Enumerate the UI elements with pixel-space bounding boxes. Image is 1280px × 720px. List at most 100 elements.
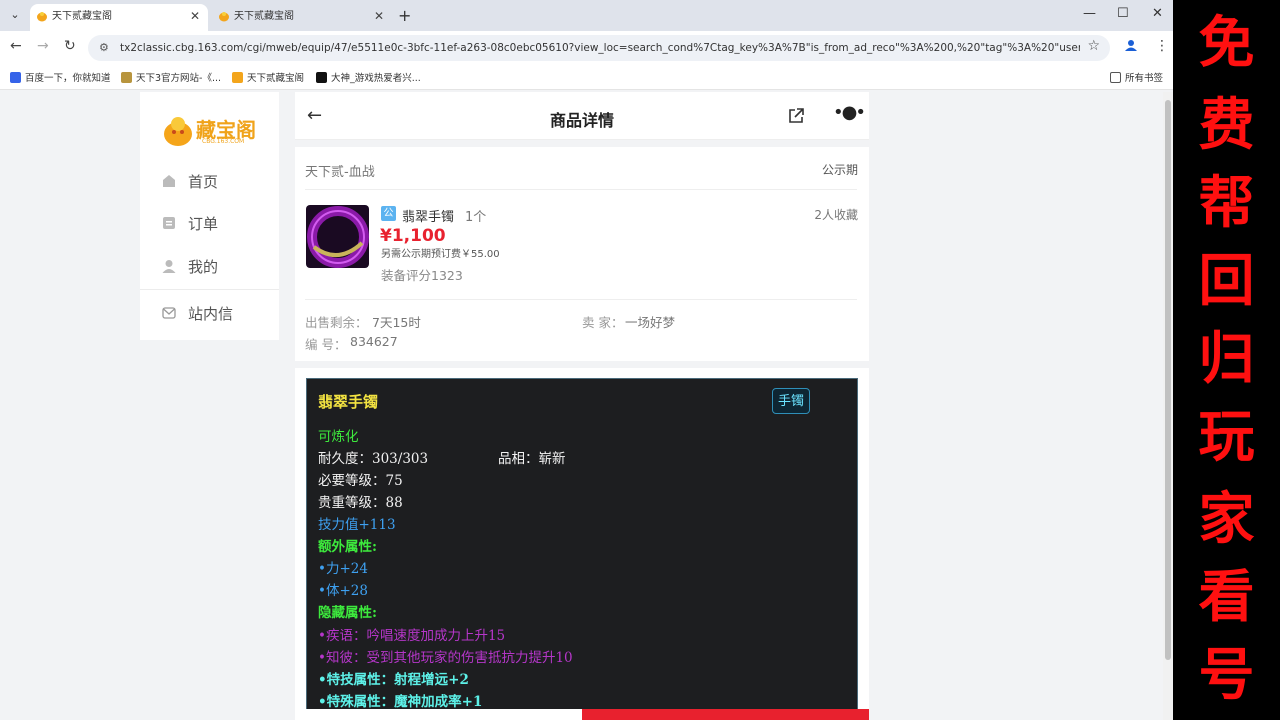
hidden-attr-title: 隐藏属性:	[318, 605, 377, 621]
url-text[interactable]: tx2classic.cbg.163.com/cgi/mweb/equip/47…	[120, 35, 1080, 61]
nav-messages[interactable]: 站内信	[162, 303, 233, 324]
banner-char: 看	[1198, 565, 1255, 630]
buy-button[interactable]	[582, 709, 869, 720]
browser-menu-icon[interactable]: ⋮	[1155, 38, 1169, 54]
reload-icon[interactable]: ↻	[64, 38, 76, 54]
remaining-time-label: 出售剩余：	[305, 315, 368, 330]
favorite-count[interactable]: 2人收藏	[814, 206, 858, 223]
cbg-favicon-icon	[219, 12, 229, 22]
cbg-favicon-icon	[232, 72, 243, 83]
more-icon[interactable]: •●•	[833, 102, 866, 123]
browser-window: ⌄ 天下贰藏宝阁 ✕ 天下贰藏宝阁 ✕ + — ☐ ✕ ← → ↻ ⚙ tx2c…	[0, 0, 1173, 720]
seller-label: 卖 家：	[582, 315, 624, 330]
durability-text: 耐久度：303/303	[318, 451, 429, 467]
banner-char: 回	[1198, 249, 1255, 314]
bookmark-item[interactable]: 天下贰藏宝阁	[232, 70, 304, 84]
hidden-attr-item: •知彼：受到其他玩家的伤害抵抗力提升10	[318, 650, 573, 666]
reservation-fee: 另需公示期预订费￥55.00	[381, 249, 500, 260]
folder-icon	[1110, 72, 1121, 83]
tab-label: 天下贰藏宝阁	[52, 11, 112, 22]
divider	[305, 189, 857, 190]
tab-strip: ⌄ 天下贰藏宝阁 ✕ 天下贰藏宝阁 ✕ + — ☐ ✕	[0, 0, 1173, 31]
close-tab-icon[interactable]: ✕	[374, 4, 384, 29]
cbg-favicon-icon	[37, 12, 47, 22]
cbg-logo[interactable]: 藏宝阁 CBG.163.COM	[162, 112, 262, 148]
minimize-icon[interactable]: —	[1083, 6, 1096, 21]
home-icon	[163, 175, 175, 187]
page-scrollbar[interactable]	[1163, 92, 1173, 720]
bookmark-star-icon[interactable]: ☆	[1087, 38, 1100, 54]
banner-char: 玩	[1198, 405, 1255, 470]
maximize-icon[interactable]: ☐	[1117, 6, 1129, 21]
mail-icon	[162, 307, 176, 319]
publicity-badge: 公	[381, 206, 396, 221]
close-window-icon[interactable]: ✕	[1152, 6, 1163, 21]
item-price: ¥1,100	[380, 226, 446, 246]
banner-char: 号	[1198, 643, 1255, 708]
item-thumbnail[interactable]	[306, 205, 369, 268]
equipment-score: 装备评分1323	[381, 268, 463, 283]
new-tab-icon[interactable]: +	[398, 6, 411, 25]
bookmark-item[interactable]: 百度一下，你就知道	[10, 70, 111, 84]
profile-icon[interactable]	[1124, 38, 1138, 56]
product-info-card: 天下贰-血战 公示期 公 翡翠手镯 1个 2人收藏 ¥1,100 另需公示期预订…	[295, 147, 869, 361]
close-tab-icon[interactable]: ✕	[190, 4, 200, 29]
serial-number: 834627	[350, 334, 398, 349]
bookmark-item[interactable]: 大神_游戏热爱者兴...	[316, 70, 421, 84]
server-name: 天下贰-血战	[305, 165, 375, 180]
nav-orders[interactable]: 订单	[162, 213, 218, 234]
main-panel: ← 商品详情 •●• 天下贰-血战 公示期 公 翡翠手镯 1个 2人收藏 ¥1,…	[295, 92, 869, 720]
nav-divider	[140, 289, 279, 290]
back-arrow-icon[interactable]: ←	[10, 38, 22, 54]
page-title: 商品详情	[549, 111, 614, 130]
tab-label: 天下贰藏宝阁	[234, 11, 294, 22]
user-icon	[162, 260, 176, 273]
tx3-icon	[121, 72, 132, 83]
address-bar[interactable]: ⚙ tx2classic.cbg.163.com/cgi/mweb/equip/…	[88, 35, 1110, 61]
tab-active[interactable]: 天下贰藏宝阁 ✕	[30, 4, 208, 31]
tab-search-icon[interactable]: ⌄	[6, 6, 24, 24]
equip-type-chip: 手镯	[772, 388, 810, 414]
share-icon[interactable]	[787, 107, 805, 125]
item-name: 翡翠手镯	[402, 210, 455, 225]
quality-text: 品相：崭新	[498, 451, 566, 467]
secondary-action-button[interactable]	[295, 709, 582, 720]
equipment-detail-card: 翡翠手镯 手镯 可炼化 耐久度：303/303 品相：崭新 必要等级：75 贵重…	[295, 368, 869, 720]
browser-toolbar: ← → ↻ ⚙ tx2classic.cbg.163.com/cgi/mweb/…	[0, 31, 1173, 64]
dashen-icon	[316, 72, 327, 83]
promo-banner: 免 费 帮 回 归 玩 家 看 号	[1173, 0, 1280, 720]
all-bookmarks[interactable]: 所有书签	[1110, 70, 1163, 84]
bottom-action-bar	[295, 709, 869, 720]
scrollbar-thumb[interactable]	[1165, 100, 1171, 660]
sale-phase: 公示期	[821, 163, 858, 177]
bookmark-item[interactable]: 天下3官方网站-《...	[121, 70, 221, 84]
nav-home[interactable]: 首页	[162, 171, 218, 192]
orders-icon	[163, 217, 175, 229]
equipment-tooltip: 翡翠手镯 手镯 可炼化 耐久度：303/303 品相：崭新 必要等级：75 贵重…	[306, 378, 858, 720]
page-header: ← 商品详情 •●•	[295, 92, 869, 140]
tab-inactive[interactable]: 天下贰藏宝阁 ✕	[212, 4, 392, 31]
extra-attr-item: •力+24	[318, 561, 368, 577]
refinable-text: 可炼化	[318, 429, 359, 445]
rare-level-text: 贵重等级：88	[318, 495, 403, 511]
seller-name[interactable]: 一场好梦	[625, 312, 675, 331]
bracelet-icon	[306, 205, 369, 268]
divider	[305, 299, 857, 300]
hidden-attr-item: •疾语：吟唱速度加成力上升15	[318, 628, 506, 644]
extra-attr-item: •体+28	[318, 583, 368, 599]
serial-label: 编 号：	[305, 337, 347, 352]
required-level-text: 必要等级：75	[318, 473, 403, 489]
special-skill-text: •特技属性：射程增远+2	[318, 672, 469, 688]
forward-arrow-icon[interactable]: →	[37, 38, 49, 54]
site-info-icon[interactable]: ⚙	[99, 41, 109, 54]
baidu-icon	[10, 72, 21, 83]
logo-subtext: CBG.163.COM	[202, 138, 245, 145]
banner-char: 归	[1198, 327, 1255, 392]
equip-title: 翡翠手镯	[318, 393, 379, 411]
nav-mine[interactable]: 我的	[162, 256, 218, 277]
side-nav: 藏宝阁 CBG.163.COM 首页 订单 我的 站内信	[140, 92, 279, 340]
bookmarks-bar: 百度一下，你就知道 天下3官方网站-《... 天下贰藏宝阁 大神_游戏热爱者兴.…	[0, 64, 1173, 90]
skill-value-text: 技力值+113	[318, 517, 396, 533]
banner-char: 帮	[1198, 171, 1255, 236]
banner-char: 免	[1198, 11, 1255, 76]
